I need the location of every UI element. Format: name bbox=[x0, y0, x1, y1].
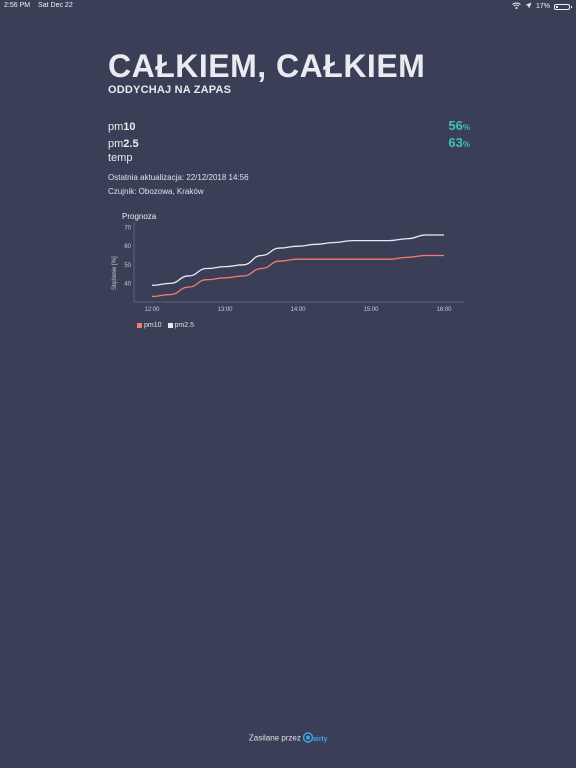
airly-logo[interactable]: airly bbox=[302, 732, 328, 745]
battery-percent: 17% bbox=[535, 3, 550, 10]
metric-row-pm25: pm2.5 63% bbox=[108, 135, 470, 152]
legend-item-pm10: pm10 bbox=[137, 322, 162, 329]
legend-label: pm10 bbox=[144, 322, 162, 329]
metric-row-temp: temp bbox=[108, 152, 470, 169]
metric-value: 63% bbox=[448, 135, 470, 150]
x-tick-label: 13:00 bbox=[217, 307, 233, 313]
x-tick-label: 12:00 bbox=[144, 307, 160, 313]
series-line-pm25 bbox=[151, 234, 444, 286]
metric-row-pm10: pm10 56% bbox=[108, 118, 470, 135]
battery-icon bbox=[554, 3, 572, 10]
last-update-text: Ostatnia aktualizacja: 22/12/2018 14:56 bbox=[108, 173, 249, 182]
page-title: CAŁKIEM, CAŁKIEM bbox=[108, 48, 426, 84]
footer: Zasilane przez airly bbox=[0, 732, 576, 745]
status-date: Sat Dec 22 bbox=[38, 2, 73, 9]
metric-label: pm10 bbox=[108, 121, 136, 133]
sensor-location-text: Czujnik: Obozowa, Kraków bbox=[108, 187, 204, 196]
powered-by-text: Zasilane przez bbox=[248, 733, 301, 743]
metric-label: pm2.5 bbox=[108, 138, 139, 150]
main-content: CAŁKIEM, CAŁKIEM ODDYCHAJ NA ZAPAS pm10 … bbox=[108, 48, 470, 199]
x-tick-labels: 12:00 13:00 14:00 15:00 16:00 bbox=[144, 307, 452, 313]
brand-name: airly bbox=[313, 736, 327, 743]
chart-title: Prognoza bbox=[122, 212, 157, 221]
y-tick-label: 60 bbox=[124, 244, 131, 250]
x-tick-label: 15:00 bbox=[363, 307, 379, 313]
x-tick-label: 14:00 bbox=[290, 307, 306, 313]
y-tick-label: 70 bbox=[124, 226, 131, 232]
status-bar: 2:56 PM Sat Dec 22 17% bbox=[0, 0, 576, 12]
chart-legend: pm10 pm2.5 bbox=[137, 322, 194, 329]
metric-value: 56% bbox=[448, 118, 470, 133]
legend-label: pm2.5 bbox=[174, 322, 194, 329]
wifi-icon bbox=[512, 2, 521, 11]
metric-label: temp bbox=[108, 152, 133, 164]
update-info: Ostatnia aktualizacja: 22/12/2018 14:56 … bbox=[108, 171, 470, 199]
battery-level bbox=[556, 5, 559, 8]
y-tick-label: 50 bbox=[124, 263, 131, 269]
series-line-pm10 bbox=[151, 254, 444, 298]
y-tick-label: 40 bbox=[124, 281, 131, 287]
y-axis-label: Stężenie [%] bbox=[112, 256, 118, 290]
chart-svg: Prognoza Stężenie [%] 40 50 60 70 12:00 13:0… bbox=[112, 212, 464, 313]
y-tick-labels: 40 50 60 70 bbox=[124, 226, 131, 288]
legend-swatch bbox=[167, 323, 173, 328]
metrics-list: pm10 56% pm2.5 63% temp bbox=[108, 118, 470, 169]
location-arrow-icon bbox=[525, 2, 532, 11]
x-tick-label: 16:00 bbox=[436, 307, 452, 313]
legend-swatch bbox=[137, 323, 142, 328]
status-time: 2:56 PM bbox=[4, 2, 31, 9]
page-subtitle: ODDYCHAJ NA ZAPAS bbox=[108, 84, 232, 96]
forecast-chart: Prognoza Stężenie [%] 40 50 60 70 12:00 13:0… bbox=[104, 206, 474, 336]
legend-item-pm25: pm2.5 bbox=[167, 322, 194, 329]
chart-series bbox=[151, 234, 444, 298]
